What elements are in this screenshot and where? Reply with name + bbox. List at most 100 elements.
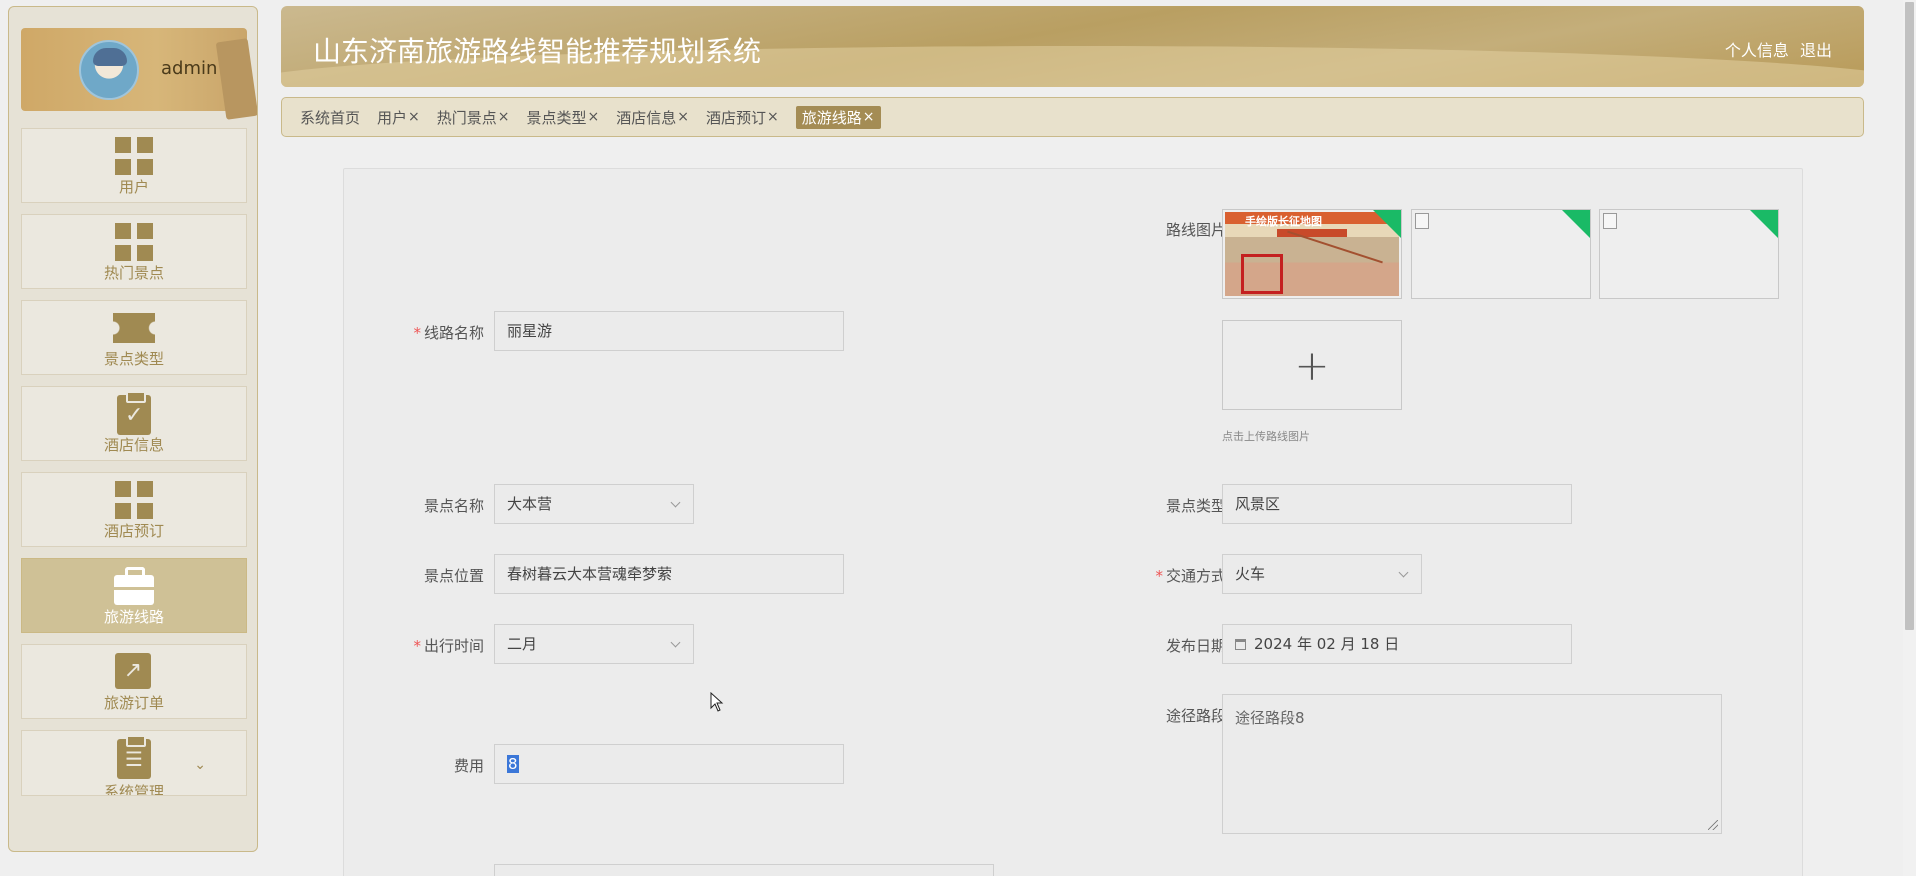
- selected-corner: [1373, 210, 1401, 238]
- selected-corner: [1750, 210, 1778, 238]
- selected-corner: [1562, 210, 1590, 238]
- user-name: admin: [161, 58, 218, 79]
- next-field-input[interactable]: [494, 864, 994, 876]
- cost-input[interactable]: 8: [494, 744, 844, 784]
- travel-time-label: * 出行时间: [413, 637, 484, 655]
- spot-name-value: 大本营: [507, 495, 553, 513]
- profile-link[interactable]: 个人信息: [1725, 41, 1789, 60]
- scrollbar-thumb[interactable]: [1905, 2, 1914, 630]
- spot-location-input[interactable]: 春树暮云大本营魂牵梦萦: [494, 554, 844, 594]
- close-icon[interactable]: ×: [677, 109, 689, 125]
- waypoints-textarea[interactable]: 途径路段8: [1222, 694, 1722, 834]
- travel-time-select[interactable]: 二月: [494, 624, 694, 664]
- briefcase-icon: [114, 567, 154, 605]
- tab-label: 景点类型: [526, 108, 587, 127]
- tab-spot-types[interactable]: 景点类型 ×: [527, 107, 600, 128]
- mouse-cursor: [710, 691, 724, 716]
- close-icon[interactable]: ×: [498, 109, 510, 125]
- route-image-label: 路线图片: [1165, 221, 1226, 239]
- grid-icon: [115, 137, 153, 175]
- logout-link[interactable]: 退出: [1800, 41, 1832, 60]
- publish-date-value: 2024 年 02 月 18 日: [1254, 635, 1400, 653]
- route-name-input[interactable]: 丽星游: [494, 311, 844, 351]
- spot-location-label: 景点位置: [423, 567, 484, 585]
- tabs-bar: 系统首页 用户 × 热门景点 × 景点类型 × 酒店信息 × 酒店预订 × 旅游线路 ×: [281, 97, 1864, 137]
- tab-users[interactable]: 用户 ×: [377, 107, 420, 128]
- upload-hint: 点击上传路线图片: [1222, 430, 1310, 443]
- upload-button[interactable]: +: [1222, 320, 1402, 410]
- publish-date-label: 发布日期: [1165, 637, 1226, 655]
- sidebar-item-hotel-info[interactable]: 酒店信息: [21, 386, 247, 461]
- required-mark: *: [413, 637, 421, 655]
- sidebar-item-spot-types[interactable]: 景点类型: [21, 300, 247, 375]
- route-image-thumb[interactable]: [1599, 209, 1779, 299]
- publish-date-picker[interactable]: 2024 年 02 月 18 日: [1222, 624, 1572, 664]
- app-title: 山东济南旅游路线智能推荐规划系统: [313, 35, 762, 68]
- user-card: admin: [21, 28, 257, 120]
- decor-tab: [215, 38, 257, 120]
- waypoints-label: 途径路段: [1165, 707, 1226, 725]
- travel-time-value: 二月: [507, 635, 538, 653]
- cost-value: 8: [507, 755, 519, 773]
- ticket-icon: [113, 309, 155, 347]
- required-mark: *: [413, 324, 421, 342]
- sidebar-item-label: 酒店预订: [103, 522, 164, 540]
- close-icon[interactable]: ×: [767, 109, 779, 125]
- transport-label: * 交通方式: [1155, 567, 1226, 585]
- clipboard-check-icon: [115, 391, 153, 435]
- spot-name-label: 景点名称: [423, 497, 484, 515]
- sidebar-item-label: 旅游订单: [103, 694, 164, 712]
- sidebar-item-hotel-booking[interactable]: 酒店预订: [21, 472, 247, 547]
- calendar-icon: [1235, 639, 1246, 650]
- plus-icon: +: [1294, 340, 1330, 390]
- trend-icon: ↗: [115, 653, 153, 691]
- spot-name-select[interactable]: 大本营: [494, 484, 694, 524]
- tab-travel-routes[interactable]: 旅游线路 ×: [795, 105, 881, 129]
- spot-type-label: 景点类型: [1165, 497, 1226, 515]
- route-name-label: * 线路名称: [413, 324, 484, 342]
- sidebar-item-users[interactable]: 用户: [21, 128, 247, 203]
- route-image-thumb[interactable]: 手绘版长征地图: [1222, 209, 1402, 299]
- resize-handle[interactable]: [1708, 820, 1718, 830]
- sidebar-item-label: 酒店信息: [103, 436, 164, 454]
- sidebar-item-travel-routes[interactable]: 旅游线路: [21, 558, 247, 633]
- grid-icon: [115, 223, 153, 261]
- tab-label: 酒店预订: [706, 108, 767, 127]
- broken-image-icon: [1603, 213, 1617, 229]
- transport-value: 火车: [1235, 565, 1266, 583]
- tab-label: 酒店信息: [616, 108, 677, 127]
- sidebar: admin 用户 热门景点 景点类型 酒店信息 酒店预订 旅游线路 ↗ 旅游订单…: [8, 6, 258, 852]
- tab-hotel-booking[interactable]: 酒店预订 ×: [706, 107, 779, 128]
- tab-home[interactable]: 系统首页: [300, 107, 360, 128]
- tab-hotel-info[interactable]: 酒店信息 ×: [616, 107, 689, 128]
- header-links: 个人信息 退出: [1719, 37, 1832, 61]
- waypoints-value: 途径路段8: [1235, 709, 1305, 727]
- sidebar-item-label: 热门景点: [103, 264, 164, 282]
- clipboard-list-icon: [115, 735, 153, 779]
- route-form: 路线图片 手绘版长征地图 + 点击上传路线图片 * 线路名称 丽星游 景点名称 大…: [343, 168, 1803, 876]
- close-icon[interactable]: ×: [588, 109, 600, 125]
- tab-hot-spots[interactable]: 热门景点 ×: [437, 107, 510, 128]
- page-scrollbar[interactable]: [1903, 0, 1916, 876]
- sidebar-item-label: 系统管理: [103, 783, 164, 796]
- tab-label: 热门景点: [436, 108, 497, 127]
- chevron-down-icon: ⌄: [194, 757, 206, 773]
- sidebar-item-label: 旅游线路: [103, 608, 164, 626]
- required-mark: *: [1155, 567, 1163, 585]
- close-icon[interactable]: ×: [863, 109, 875, 125]
- map-title: 手绘版长征地图: [1245, 215, 1322, 228]
- close-icon[interactable]: ×: [408, 109, 420, 125]
- sidebar-item-system-admin[interactable]: 系统管理 ⌄: [21, 730, 247, 796]
- route-image-thumb[interactable]: [1411, 209, 1591, 299]
- sidebar-item-label: 景点类型: [103, 350, 164, 368]
- tab-label: 系统首页: [300, 108, 361, 127]
- sidebar-item-travel-orders[interactable]: ↗ 旅游订单: [21, 644, 247, 719]
- sidebar-item-label: 用户: [118, 178, 149, 196]
- tab-label: 旅游线路: [801, 108, 862, 127]
- header: 山东济南旅游路线智能推荐规划系统 个人信息 退出: [281, 6, 1864, 87]
- spot-type-input[interactable]: 风景区: [1222, 484, 1572, 524]
- transport-select[interactable]: 火车: [1222, 554, 1422, 594]
- avatar[interactable]: [79, 39, 139, 100]
- sidebar-item-hot-spots[interactable]: 热门景点: [21, 214, 247, 289]
- grid-icon: [115, 481, 153, 519]
